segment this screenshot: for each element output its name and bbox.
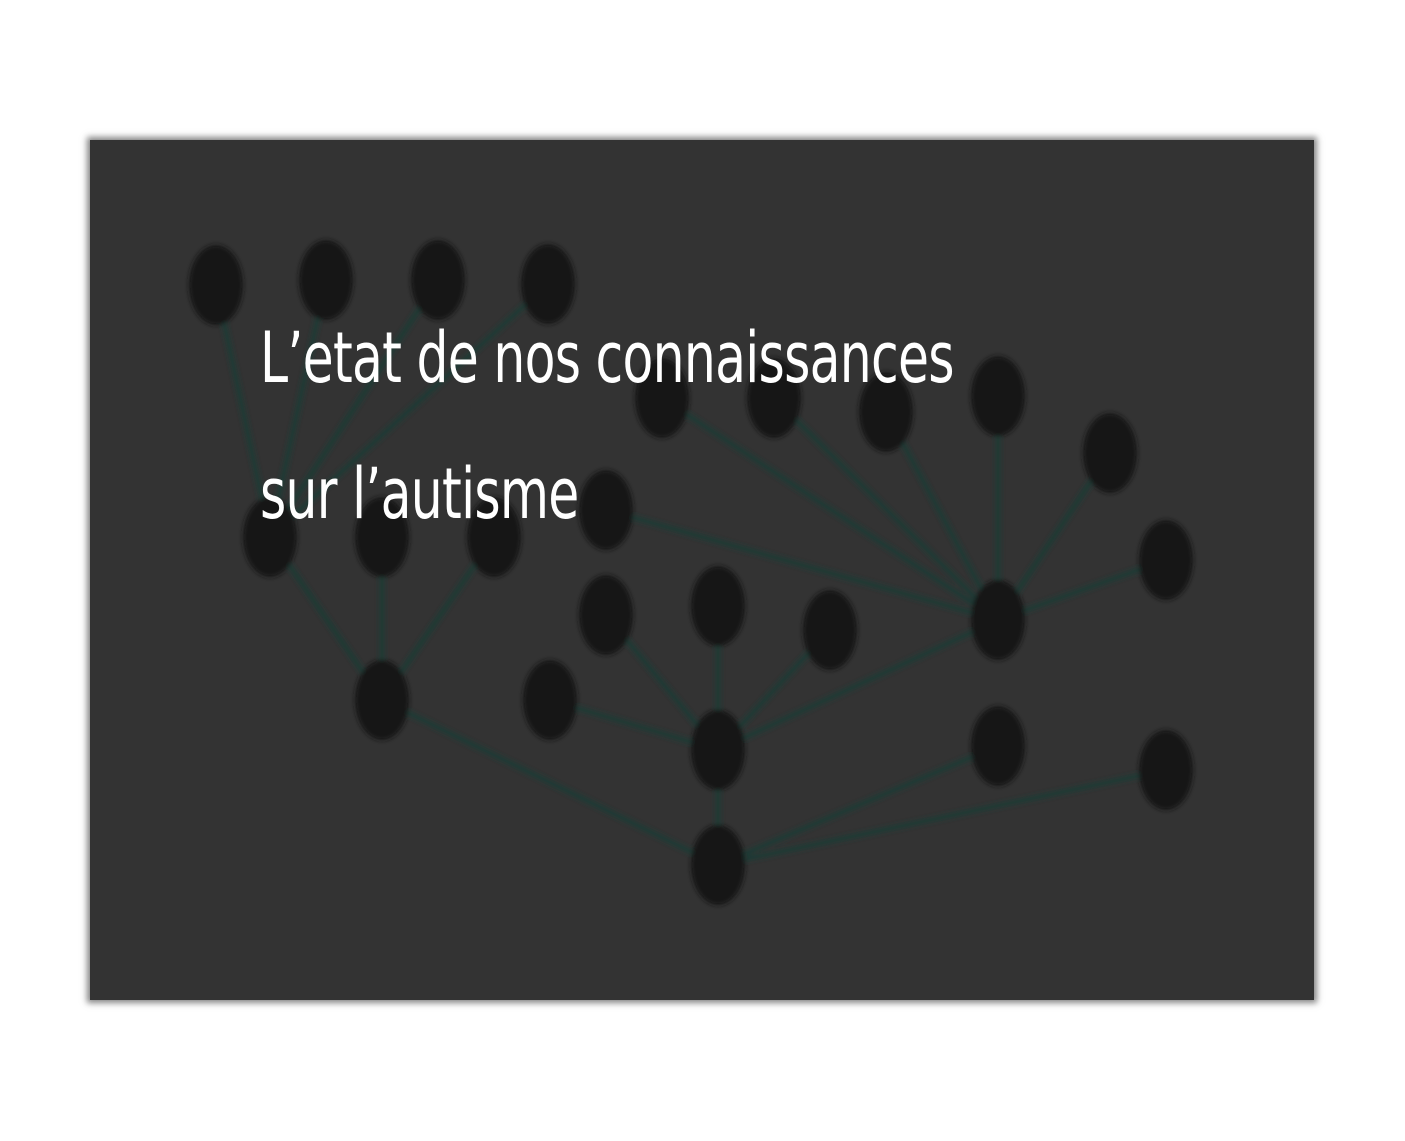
title-line-1: L’etat de nos connaissances	[260, 317, 955, 399]
title-line-2: sur l’autisme	[260, 453, 579, 535]
page-title: L’etat de nos connaissances sur l’autism…	[260, 290, 955, 562]
network-graph-illustration	[189, 240, 1193, 905]
title-card: L’etat de nos connaissances sur l’autism…	[90, 140, 1314, 1000]
